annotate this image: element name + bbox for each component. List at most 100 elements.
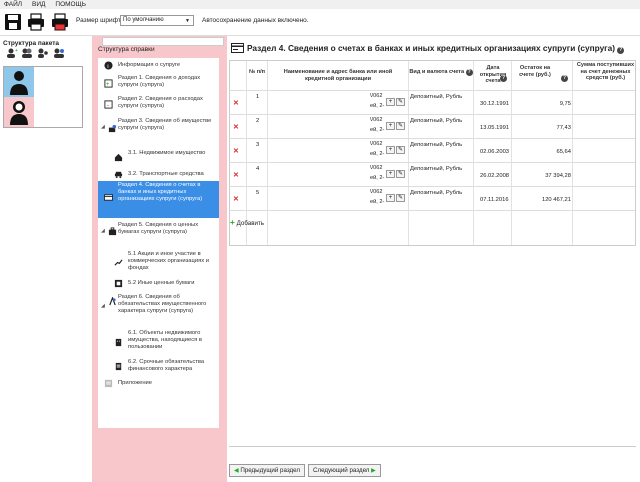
collapse-triangle-icon[interactable]: ◢ bbox=[101, 124, 105, 131]
add-icon[interactable]: + bbox=[386, 194, 395, 202]
chart-line-icon bbox=[114, 259, 123, 266]
delete-row-icon[interactable]: ✕ bbox=[233, 147, 239, 155]
add-person-icon[interactable]: + bbox=[6, 48, 18, 58]
building-icon bbox=[115, 338, 122, 347]
collapse-triangle-icon[interactable]: ◢ bbox=[101, 303, 105, 310]
edit-icon[interactable]: ✎ bbox=[396, 146, 405, 154]
nav-item-5-1[interactable]: 5.1 Акции и иное участие в коммерческих … bbox=[98, 251, 219, 277]
help-icon[interactable]: ? bbox=[465, 69, 473, 76]
plus-icon: + bbox=[230, 218, 235, 227]
nav-search-input[interactable] bbox=[102, 37, 224, 46]
page-title: Раздел 4. Сведения о счетах в банках и и… bbox=[247, 43, 625, 54]
expense-icon: - bbox=[104, 100, 113, 109]
bank-card-icon bbox=[231, 43, 244, 53]
main-panel: Раздел 4. Сведения о счетах в банках и и… bbox=[227, 36, 640, 482]
edit-icon[interactable]: ✎ bbox=[396, 170, 405, 178]
edit-icon[interactable]: ✎ bbox=[396, 122, 405, 130]
help-icon[interactable]: ? bbox=[561, 75, 568, 82]
nav-item-3-2[interactable]: 3.2. Транспортные средства bbox=[98, 170, 219, 180]
avatar bbox=[4, 97, 34, 127]
nav-list: i Информация о супруге + Раздел 1. Сведе… bbox=[98, 58, 219, 428]
package-list bbox=[3, 66, 83, 128]
accounts-table: № п/п Наименование и адрес банка или ино… bbox=[229, 60, 636, 246]
nav-item-section-4[interactable]: Раздел 4. Сведения о счетах в банках и и… bbox=[98, 181, 219, 218]
save-icon[interactable] bbox=[4, 12, 22, 32]
nav-item-section-6[interactable]: ◢ Раздел 6. Сведения об обязательствах и… bbox=[98, 294, 219, 326]
family-icon[interactable] bbox=[53, 48, 65, 58]
income-icon: + bbox=[104, 79, 113, 88]
help-icon[interactable]: ? bbox=[617, 47, 625, 54]
help-icon[interactable]: ? bbox=[500, 75, 507, 82]
package-card-blank bbox=[34, 97, 82, 127]
svg-text:+: + bbox=[106, 81, 110, 88]
nav-item-6-1[interactable]: 6.1. Объекты недвижимого имущества, нахо… bbox=[98, 330, 219, 356]
briefcase-icon bbox=[108, 227, 117, 236]
font-size-select[interactable]: По умолчанию ▼ bbox=[120, 15, 194, 26]
column-header-balance: Остаток на счете (руб.) bbox=[519, 65, 551, 78]
nav-item-spouse-info[interactable]: i Информация о супруге bbox=[98, 60, 219, 70]
add-spouse-icon[interactable] bbox=[21, 48, 33, 58]
print-icon[interactable] bbox=[27, 12, 45, 32]
edit-icon[interactable]: ✎ bbox=[396, 98, 405, 106]
avatar bbox=[4, 67, 34, 97]
add-icon[interactable]: + bbox=[386, 122, 395, 130]
prev-section-button[interactable]: ◀ Предыдущий раздел bbox=[229, 464, 306, 477]
menu-bar: ФАЙЛ ВИД ПОМОЩЬ bbox=[0, 0, 640, 9]
table-row: ✕ 2 \/062 ей, 2- + ✎ Депозитный, Рубль 13.… bbox=[230, 114, 635, 137]
column-header-bank: Наименование и адрес банка или иной кред… bbox=[283, 69, 393, 82]
table-row: ✕ 5 \/062 ей, 2- + ✎ Депозитный, Рубль 07.… bbox=[230, 186, 635, 209]
font-size-value: По умолчанию bbox=[123, 17, 164, 23]
collapse-triangle-icon[interactable]: ◢ bbox=[101, 228, 105, 235]
securities-icon bbox=[114, 279, 123, 288]
next-section-button[interactable]: Следующий раздел ▶ bbox=[308, 464, 381, 477]
edit-icon[interactable]: ✎ bbox=[396, 194, 405, 202]
woman-icon bbox=[10, 101, 28, 125]
delete-row-icon[interactable]: ✕ bbox=[233, 99, 239, 107]
add-icon[interactable]: + bbox=[386, 146, 395, 154]
add-icon[interactable]: + bbox=[386, 170, 395, 178]
help-structure-pane: Структура справки i Информация о супруге… bbox=[92, 36, 227, 482]
table-row: ✕ 4 \/062 ей, 2- + ✎ Депозитный, Рубль 26.… bbox=[230, 162, 635, 185]
document-icon bbox=[115, 362, 122, 371]
house-icon bbox=[114, 153, 123, 162]
package-card-spouse[interactable] bbox=[4, 97, 82, 127]
nav-item-section-5[interactable]: ◢ Раздел 5. Сведения о ценных бумагах су… bbox=[98, 222, 219, 242]
menu-view[interactable]: ВИД bbox=[28, 0, 49, 8]
table-row: ✕ 3 \/062 ей, 2- + ✎ Депозитный, Рубль 02.… bbox=[230, 138, 635, 161]
arrow-left-icon: ◀ bbox=[234, 468, 239, 474]
autosave-status: Автосохранение данных включено. bbox=[202, 17, 309, 24]
add-icon[interactable]: + bbox=[386, 98, 395, 106]
nav-item-appendix[interactable]: Приложение bbox=[98, 379, 219, 389]
nav-item-section-2[interactable]: - Раздел 2. Сведения о расходах супруги … bbox=[98, 96, 219, 115]
column-header-sum: Сумма поступивших на счет денежных средс… bbox=[576, 62, 635, 82]
column-header-num: № п/п bbox=[248, 69, 266, 75]
svg-text:-: - bbox=[107, 102, 109, 109]
table-empty-area bbox=[230, 210, 635, 245]
man-icon bbox=[10, 71, 28, 95]
add-child-icon[interactable] bbox=[37, 48, 49, 58]
appendix-icon bbox=[104, 379, 113, 388]
table-row: ✕ 1 \/062 ей, 2- + ✎ Депозитный, Рубль 30.… bbox=[230, 90, 635, 113]
chevron-down-icon: ▼ bbox=[185, 18, 190, 24]
delete-row-icon[interactable]: ✕ bbox=[233, 123, 239, 131]
nav-title: Структура справки bbox=[98, 46, 155, 53]
menu-help[interactable]: ПОМОЩЬ bbox=[51, 0, 90, 8]
arrow-right-icon: ▶ bbox=[371, 468, 376, 474]
bank-card-icon bbox=[104, 194, 113, 201]
toolbar: Размер шрифта: По умолчанию ▼ Автосохран… bbox=[0, 9, 640, 35]
nav-item-3-1[interactable]: 3.1. Недвижимое имущество bbox=[98, 150, 219, 166]
package-card-declarant[interactable] bbox=[4, 67, 82, 97]
nav-item-section-3[interactable]: ◢ Раздел 3. Сведения об имуществе супруг… bbox=[98, 118, 219, 144]
obligations-icon bbox=[109, 297, 116, 306]
nav-item-section-1[interactable]: + Раздел 1. Сведения о доходах супруги (… bbox=[98, 75, 219, 94]
car-icon bbox=[114, 171, 123, 179]
delete-row-icon[interactable]: ✕ bbox=[233, 171, 239, 179]
print-preview-icon[interactable] bbox=[51, 12, 69, 32]
nav-item-5-2[interactable]: 5.2 Иные ценные бумаги bbox=[98, 279, 219, 289]
delete-row-icon[interactable]: ✕ bbox=[233, 195, 239, 203]
add-button[interactable]: + Добавить bbox=[230, 218, 264, 227]
menu-file[interactable]: ФАЙЛ bbox=[0, 0, 26, 8]
nav-item-6-2[interactable]: 6.2. Срочные обязательства финансового х… bbox=[98, 359, 219, 375]
svg-text:i: i bbox=[107, 64, 108, 70]
package-structure-pane: Структура пакета + bbox=[0, 36, 92, 482]
